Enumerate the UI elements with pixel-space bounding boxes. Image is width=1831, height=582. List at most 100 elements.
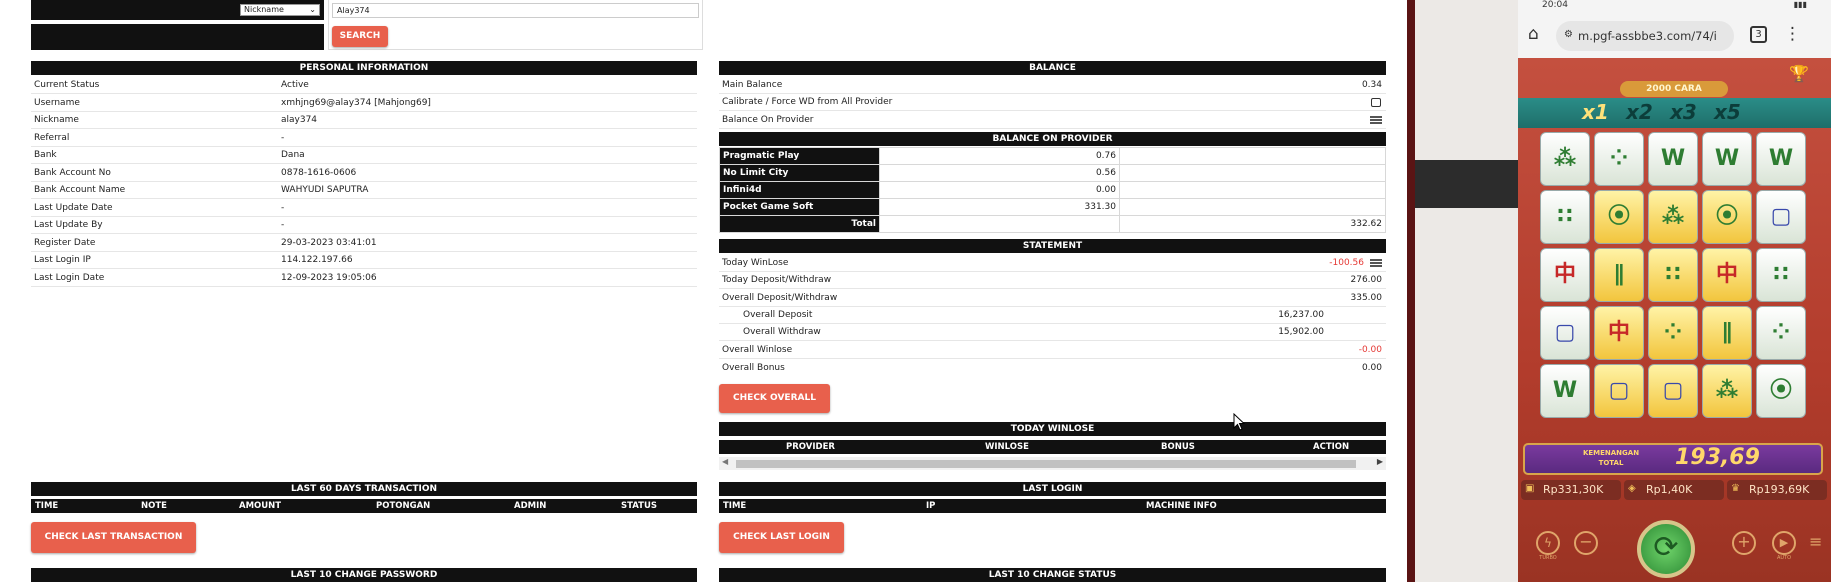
- reel-tile: 中: [1540, 248, 1590, 302]
- personal-info-value: 29-03-2023 03:41:01: [281, 237, 377, 248]
- calibrate-label: Calibrate / Force WD from All Provider: [722, 97, 893, 107]
- wallet-icon: ▣: [1525, 483, 1535, 494]
- desktop-edge-strip: [1407, 0, 1415, 582]
- browser-toolbar: ⌂ ⚙ m.pgf-assbbe3.com/74/i 3 ⋮: [1518, 14, 1831, 58]
- auto-spin-button[interactable]: ▶: [1772, 531, 1796, 555]
- column-machine-info: MACHINE INFO: [1146, 501, 1217, 511]
- calibrate-row: Calibrate / Force WD from All Provider: [719, 94, 1386, 111]
- decrease-bet-button[interactable]: −: [1574, 531, 1598, 555]
- overall-deposit-withdraw-row: Overall Deposit/Withdraw 335.00: [719, 290, 1386, 307]
- background-window-dark: [1415, 160, 1518, 208]
- personal-info-label: Last Login IP: [34, 255, 91, 265]
- check-last-login-button[interactable]: CHECK LAST LOGIN: [719, 522, 844, 553]
- bet-pill[interactable]: ◈ Rp1,40K: [1624, 480, 1724, 500]
- total-value: 332.62: [1119, 215, 1386, 233]
- spin-button[interactable]: ⟳: [1637, 520, 1695, 578]
- scroll-right-icon[interactable]: ▶: [1377, 457, 1383, 466]
- overall-deposit-withdraw-label: Overall Deposit/Withdraw: [722, 293, 838, 303]
- personal-info-row: Last Update By -: [31, 217, 697, 234]
- reel-tile: ⦿: [1756, 364, 1806, 418]
- provider-name: Pragmatic Play: [719, 147, 880, 165]
- check-overall-button[interactable]: CHECK OVERALL: [719, 384, 830, 413]
- provider-balance: 331.30: [879, 198, 1120, 216]
- table-list-icon[interactable]: [1370, 259, 1382, 268]
- personal-info-value: 114.122.197.66: [281, 255, 353, 265]
- overall-deposit-value: 16,237.00: [1278, 310, 1324, 320]
- personal-info-row: Last Login IP 114.122.197.66: [31, 252, 697, 269]
- personal-info-label: Register Date: [34, 237, 96, 248]
- balance-on-provider-row: Balance On Provider: [719, 112, 1386, 129]
- today-deposit-withdraw-value: 276.00: [1350, 275, 1383, 285]
- reel-grid: ⁂ ∷ 中 ▢ W ⁘ ⦿ ∥ 中 ▢ W ⁂ ∷ ⁘ ▢ W ⦿ 中 ∥ ⁂ W ▢ ∷ ⁘ ⦿: [1540, 132, 1808, 424]
- menu-icon[interactable]: ≡: [1809, 532, 1822, 551]
- increase-bet-button[interactable]: +: [1732, 531, 1756, 555]
- main-balance-label: Main Balance: [722, 80, 783, 90]
- personal-info-row: Current Status Active: [31, 77, 697, 94]
- personal-info-label: Last Update By: [34, 220, 103, 230]
- reel-tile: ⁘: [1648, 306, 1698, 360]
- balance-on-provider-label: Balance On Provider: [722, 115, 814, 125]
- multiplier-x2: x2: [1626, 100, 1653, 124]
- personal-info-value: WAHYUDI SAPUTRA: [281, 185, 369, 195]
- search-input[interactable]: Alay374: [332, 3, 699, 18]
- external-link-icon[interactable]: [1371, 98, 1381, 107]
- main-balance-value: 0.34: [1361, 80, 1382, 90]
- status-time: 20:04: [1542, 0, 1568, 10]
- win-value: Rp193,69K: [1749, 483, 1810, 496]
- search-panel-dark-2: [31, 24, 324, 50]
- win-icon: ♛: [1731, 483, 1740, 494]
- table-list-icon[interactable]: [1370, 116, 1382, 125]
- total-label: Total: [719, 215, 880, 233]
- scroll-left-icon[interactable]: ◀: [722, 457, 728, 466]
- column-amount: AMOUNT: [239, 501, 282, 511]
- background-window: [1415, 0, 1518, 582]
- reel-tile: ∷: [1648, 248, 1698, 302]
- personal-info-row: Last Update Date -: [31, 200, 697, 217]
- status-bar: 20:04 ▮▮▮: [1518, 0, 1831, 14]
- personal-info-value: xmhjng69@alay374 [Mahjong69]: [281, 97, 431, 108]
- provider-row: Pocket Game Soft 331.30: [719, 198, 1386, 216]
- scrollbar-thumb[interactable]: [736, 460, 1356, 468]
- site-settings-icon[interactable]: ⚙: [1564, 29, 1573, 40]
- reel-tile: ▢: [1594, 364, 1644, 418]
- reel-tile: ⦿: [1702, 190, 1752, 244]
- turbo-label: TURBO: [1539, 555, 1557, 561]
- provider-empty-cell: [1119, 164, 1386, 182]
- horizontal-scrollbar[interactable]: ◀ ▶: [719, 457, 1386, 470]
- more-menu-icon[interactable]: ⋮: [1784, 24, 1801, 44]
- reel-tile: ∷: [1540, 190, 1590, 244]
- tabs-count-icon[interactable]: 3: [1750, 26, 1767, 43]
- provider-empty-cell: [1119, 147, 1386, 165]
- check-last-transaction-button[interactable]: CHECK LAST TRANSACTION: [31, 522, 196, 553]
- reel-tile: ⁂: [1702, 364, 1752, 418]
- statement-header: STATEMENT: [719, 239, 1386, 253]
- total-win-label: KEMENANGAN TOTAL: [1582, 449, 1640, 467]
- url-bar[interactable]: ⚙ m.pgf-assbbe3.com/74/i: [1556, 21, 1734, 51]
- provider-balance-table: Pragmatic Play 0.76 No Limit City 0.56 Infin…: [719, 147, 1386, 233]
- trophy-icon[interactable]: 🏆: [1789, 64, 1809, 83]
- last-10-change-password-header: LAST 10 CHANGE PASSWORD: [31, 568, 697, 582]
- search-button[interactable]: SEARCH: [332, 26, 388, 47]
- home-icon[interactable]: ⌂: [1528, 24, 1539, 44]
- screen: Nickname ⌄ Alay374 SEARCH PERSONAL INFOR…: [0, 0, 1831, 582]
- filter-select[interactable]: Nickname ⌄: [240, 4, 320, 16]
- turbo-button[interactable]: ϟ: [1536, 531, 1560, 555]
- total-win-value: 193,69: [1675, 445, 1760, 470]
- personal-info-label: Nickname: [34, 115, 79, 125]
- personal-info-value: alay374: [281, 115, 318, 125]
- personal-info-row: Last Login Date 12-09-2023 19:05:06: [31, 270, 697, 287]
- last-60-days-header: LAST 60 DAYS TRANSACTION: [31, 482, 697, 496]
- main-balance-row: Main Balance 0.34: [719, 77, 1386, 94]
- game-area[interactable]: 🏆 2000 CARA x1 x2 x3 x5 ⁂ ∷ 中 ▢ W ⁘ ⦿ ∥ 中 ▢ W ⁂ ∷ ⁘ ▢ W…: [1518, 58, 1831, 582]
- personal-info-value: -: [281, 132, 285, 143]
- reel-tile: ⁂: [1540, 132, 1590, 186]
- overall-deposit-withdraw-value: 335.00: [1350, 293, 1383, 303]
- reel-tile: ⁂: [1648, 190, 1698, 244]
- total-win-banner: KEMENANGAN TOTAL 193,69: [1523, 443, 1823, 475]
- provider-total-row: Total 332.62: [719, 215, 1386, 233]
- provider-name: Pocket Game Soft: [719, 198, 880, 216]
- today-winlose-label: Today WinLose: [722, 258, 789, 268]
- balance-header: BALANCE: [719, 61, 1386, 75]
- overall-winlose-value: -0.00: [1358, 345, 1382, 355]
- personal-info-row: Username xmhjng69@alay374 [Mahjong69]: [31, 95, 697, 112]
